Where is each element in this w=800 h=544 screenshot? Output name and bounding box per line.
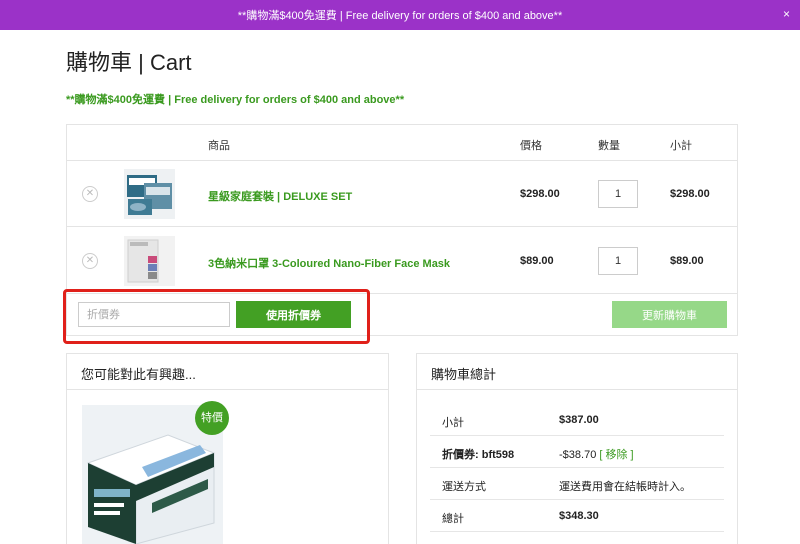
cart-totals-title: 購物車總計 bbox=[417, 354, 737, 390]
close-icon[interactable]: × bbox=[783, 7, 790, 21]
remove-icon[interactable]: ✕ bbox=[82, 253, 98, 269]
totals-row-coupon: 折價券: bft598 -$38.70 [ 移除 ] bbox=[430, 436, 724, 468]
apply-coupon-button[interactable]: 使用折價券 bbox=[236, 301, 351, 328]
totals-row-subtotal: 小計 $387.00 bbox=[430, 404, 724, 436]
totals-value: $348.30 bbox=[559, 510, 599, 522]
totals-row-total: 總計 $348.30 bbox=[430, 500, 724, 532]
promo-banner-text: **購物滿$400免運費 | Free delivery for orders … bbox=[237, 10, 563, 22]
column-header-subtotal: 小計 bbox=[670, 140, 692, 152]
totals-value: 運送費用會在結帳時計入。 bbox=[559, 481, 691, 493]
product-subtotal: $89.00 bbox=[670, 255, 704, 267]
totals-label: 總計 bbox=[442, 513, 464, 525]
product-price: $89.00 bbox=[520, 255, 554, 267]
coupon-input[interactable] bbox=[78, 302, 230, 327]
promo-banner: **購物滿$400免運費 | Free delivery for orders … bbox=[0, 0, 800, 30]
totals-value-coupon: -$38.70 [ 移除 ] bbox=[559, 446, 634, 462]
product-subtotal: $298.00 bbox=[670, 188, 710, 200]
quantity-input[interactable] bbox=[598, 247, 638, 275]
free-delivery-notice: **購物滿$400免運費 | Free delivery for orders … bbox=[66, 94, 405, 106]
column-header-price: 價格 bbox=[520, 140, 542, 152]
product-thumbnail[interactable] bbox=[124, 169, 175, 219]
sale-badge: 特價 bbox=[195, 401, 229, 435]
totals-label: 折價券: bft598 bbox=[442, 449, 515, 461]
product-name-link[interactable]: 星級家庭套裝 | DELUXE SET bbox=[208, 188, 352, 204]
coupon-discount: -$38.70 bbox=[559, 449, 597, 461]
table-row: ✕ 星級家庭套裝 | DELUXE SET $298.00 $298.00 bbox=[67, 161, 737, 227]
cross-sells-title: 您可能對此有興趣... bbox=[67, 354, 388, 390]
product-price: $298.00 bbox=[520, 188, 560, 200]
product-name-link[interactable]: 3色納米口罩 3-Coloured Nano-Fiber Face Mask bbox=[208, 255, 450, 271]
cart-table-header: 商品 價格 數量 小計 bbox=[67, 125, 737, 161]
update-cart-button[interactable]: 更新購物車 bbox=[612, 301, 727, 328]
product-thumbnail[interactable] bbox=[124, 236, 175, 286]
page-title: 購物車 | Cart bbox=[66, 50, 192, 75]
totals-label: 運送方式 bbox=[442, 481, 486, 493]
totals-value: $387.00 bbox=[559, 414, 599, 426]
column-header-quantity: 數量 bbox=[598, 140, 620, 152]
quantity-input[interactable] bbox=[598, 180, 638, 208]
remove-coupon-link[interactable]: [ 移除 ] bbox=[599, 449, 633, 461]
remove-icon[interactable]: ✕ bbox=[82, 186, 98, 202]
totals-row-shipping: 運送方式 運送費用會在結帳時計入。 bbox=[430, 468, 724, 500]
totals-label: 小計 bbox=[442, 417, 464, 429]
table-row: ✕ 3色納米口罩 3-Coloured Nano-Fiber Face Mask… bbox=[67, 228, 737, 294]
column-header-product: 商品 bbox=[208, 140, 230, 152]
